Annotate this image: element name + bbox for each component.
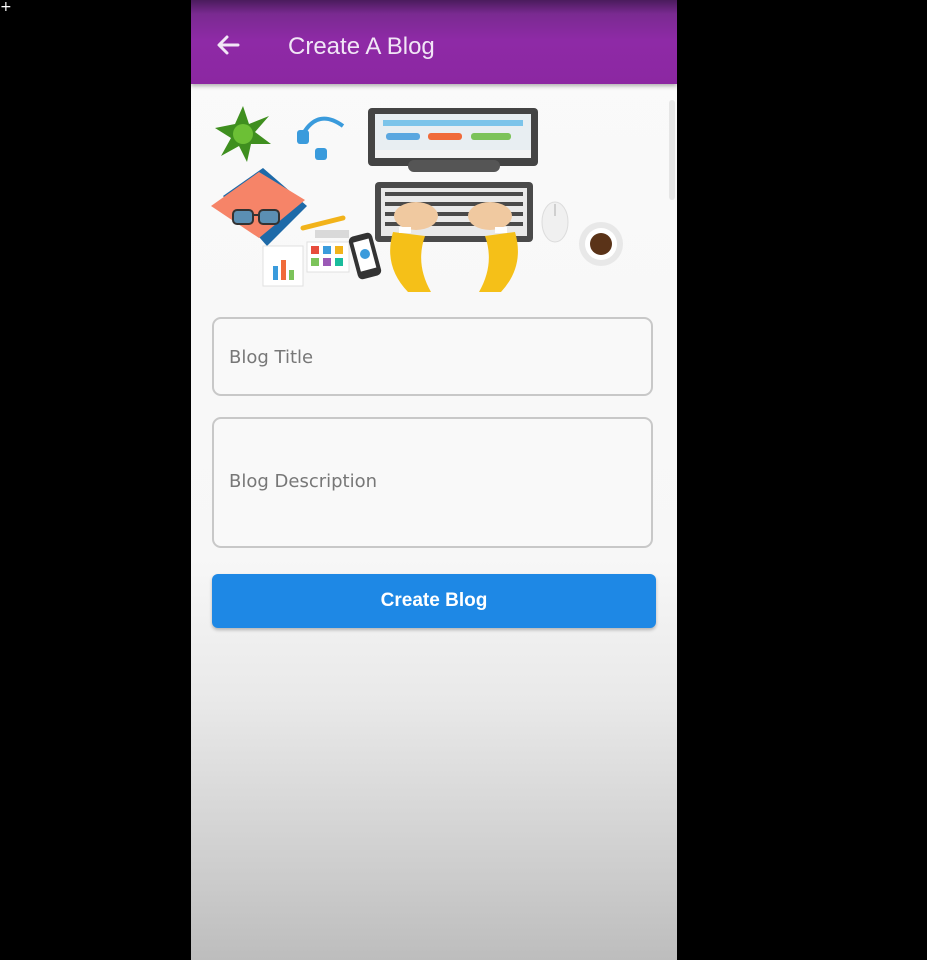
arrow-left-icon[interactable] [213, 30, 243, 60]
workspace-desk-illustration [211, 106, 623, 292]
blog-title-input[interactable] [229, 344, 636, 370]
blog-description-field[interactable] [212, 417, 653, 548]
create-blog-button[interactable]: Create Blog [212, 574, 656, 628]
app-bar: Create A Blog [191, 0, 677, 84]
phone-screen: Create A Blog Blog Title Blog Descriptio… [191, 0, 677, 960]
mouse-icon [541, 201, 569, 243]
notebook-icon [211, 168, 307, 246]
coffee-cup-icon [579, 222, 623, 266]
pencil-icon [300, 215, 346, 231]
monitor-icon [368, 108, 538, 172]
headphones-icon [297, 116, 345, 160]
plant-icon [215, 106, 271, 162]
page-title: Create A Blog [288, 33, 435, 60]
blog-title-field[interactable] [212, 317, 653, 396]
corner-glyph: + [0, 0, 12, 15]
blog-description-input[interactable] [229, 471, 636, 497]
chart-cards-icon [262, 230, 350, 287]
scroll-indicator [669, 100, 675, 200]
